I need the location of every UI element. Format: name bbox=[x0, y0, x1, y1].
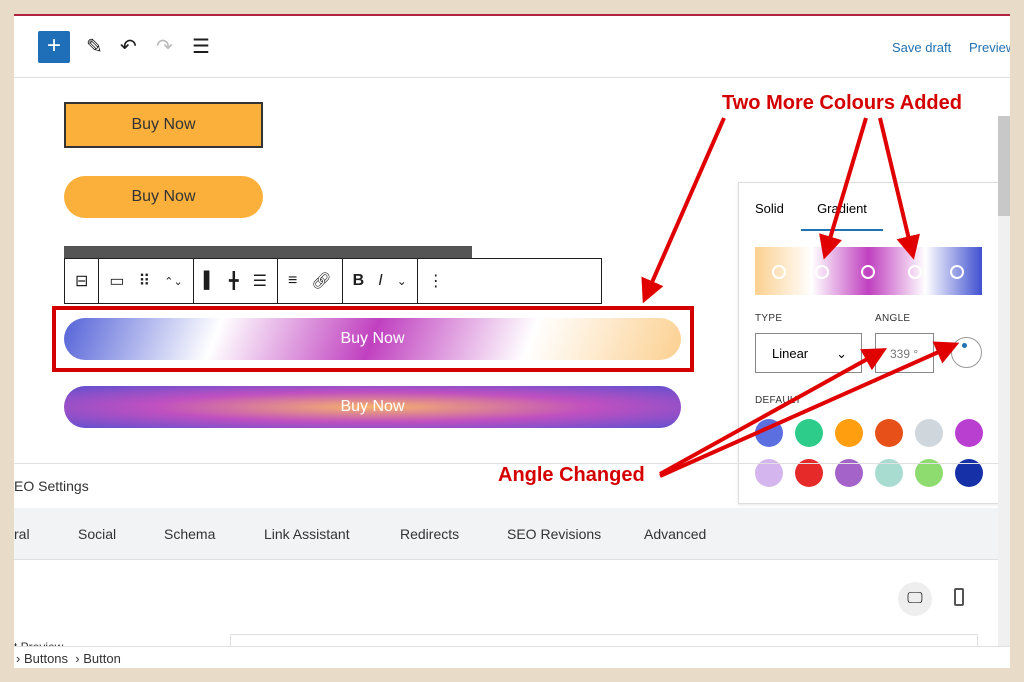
annotation-colours: Two More Colours Added bbox=[722, 92, 962, 114]
annotation-angle: Angle Changed bbox=[498, 464, 645, 486]
